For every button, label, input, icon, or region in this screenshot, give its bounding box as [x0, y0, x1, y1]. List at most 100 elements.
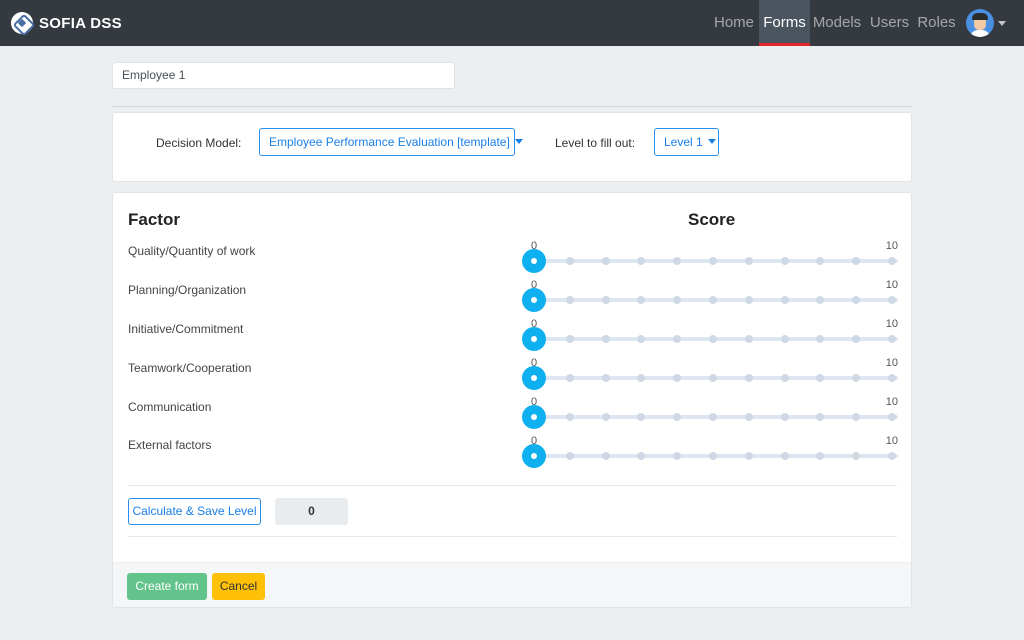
slider-tick	[888, 335, 896, 343]
level-value: Level 1	[664, 135, 703, 149]
slider-tick	[601, 413, 610, 421]
slider-tick	[816, 296, 825, 304]
sofia-logo-icon	[11, 12, 33, 34]
slider-thumb[interactable]	[522, 327, 546, 351]
slider-tick	[852, 452, 861, 460]
slider-tick	[673, 413, 682, 421]
slider-tick	[637, 257, 646, 265]
slider-tick	[780, 335, 789, 343]
factor-column-header: Factor	[128, 210, 180, 229]
decision-model-dropdown[interactable]: Employee Performance Evaluation [templat…	[259, 128, 523, 156]
slider-tick	[601, 296, 610, 304]
slider-tick	[601, 257, 610, 265]
cancel-button[interactable]: Cancel	[212, 573, 265, 600]
slider-tick	[709, 374, 717, 382]
slider-tick	[888, 413, 896, 421]
factor-label: External factors	[128, 438, 212, 452]
nav-users[interactable]: Users	[867, 0, 912, 46]
decision-model-value: Employee Performance Evaluation [templat…	[269, 135, 510, 149]
slider-tick	[673, 296, 682, 304]
avatar-hair	[972, 13, 988, 20]
factor-label: Quality/Quantity of work	[128, 244, 256, 258]
brand[interactable]: SOFIA DSS	[11, 11, 122, 35]
slider-tick	[637, 296, 646, 304]
slider-tick	[565, 413, 574, 421]
decision-model-label: Decision Model:	[156, 136, 242, 150]
nav-forms[interactable]: Forms	[759, 0, 810, 46]
user-avatar[interactable]	[966, 9, 994, 37]
score-slider[interactable]: 0 10	[522, 435, 898, 468]
slider-tick	[852, 257, 861, 265]
slider-tick	[637, 374, 646, 382]
slider-tick	[852, 296, 861, 304]
slider-thumb[interactable]	[522, 288, 546, 312]
slider-tick	[709, 452, 717, 460]
slider-tick	[565, 296, 574, 304]
divider	[128, 485, 897, 486]
factor-label: Communication	[128, 400, 212, 414]
slider-max-label: 10	[885, 240, 898, 252]
form-title-input[interactable]: Employee 1	[112, 62, 455, 89]
slider-tick	[601, 452, 610, 460]
slider-tick	[637, 335, 646, 343]
slider-tick	[816, 413, 825, 421]
nav-roles[interactable]: Roles	[915, 0, 958, 46]
level-label: Level to fill out:	[555, 136, 636, 150]
slider-tick	[673, 374, 682, 382]
slider-thumb[interactable]	[522, 249, 546, 273]
slider-tick	[565, 452, 574, 460]
slider-max-label: 10	[885, 435, 898, 447]
slider-tick	[565, 374, 574, 382]
factor-label: Initiative/Commitment	[128, 322, 244, 336]
slider-tick	[744, 452, 753, 460]
slider-max-label: 10	[885, 279, 898, 291]
score-slider[interactable]: 0 10	[522, 279, 898, 312]
slider-tick	[888, 257, 896, 265]
slider-tick	[780, 257, 789, 265]
slider-thumb[interactable]	[522, 366, 546, 390]
slider-tick	[780, 413, 789, 421]
slider-tick	[744, 374, 753, 382]
slider-tick	[709, 335, 717, 343]
slider-max-label: 10	[885, 357, 898, 369]
slider-thumb[interactable]	[522, 444, 546, 468]
slider-tick	[852, 413, 861, 421]
slider-tick	[888, 374, 896, 382]
brand-name: SOFIA DSS	[39, 14, 122, 32]
create-form-button[interactable]: Create form	[127, 573, 207, 600]
slider-tick	[816, 335, 825, 343]
chevron-down-icon[interactable]	[998, 21, 1006, 26]
factor-label: Planning/Organization	[128, 283, 247, 297]
caret-down-icon	[514, 139, 523, 145]
slider-tick	[744, 296, 753, 304]
nav-models[interactable]: Models	[811, 0, 863, 46]
nav-home[interactable]: Home	[710, 0, 758, 46]
caret-down-icon	[707, 139, 716, 145]
slider-tick	[888, 296, 896, 304]
slider-tick	[780, 296, 789, 304]
score-slider[interactable]: 0 10	[522, 240, 898, 273]
slider-tick	[601, 335, 610, 343]
slider-tick	[709, 296, 717, 304]
card-footer: Create form Cancel	[113, 562, 911, 607]
slider-tick	[744, 257, 753, 265]
slider-thumb[interactable]	[522, 405, 546, 429]
score-slider[interactable]: 0 10	[522, 396, 898, 429]
slider-tick	[673, 335, 682, 343]
slider-tick	[888, 452, 896, 460]
slider-tick	[709, 257, 717, 265]
score-slider[interactable]: 0 10	[522, 318, 898, 351]
slider-tick	[816, 257, 825, 265]
slider-max-label: 10	[885, 318, 898, 330]
slider-tick	[673, 452, 682, 460]
slider-tick	[744, 413, 753, 421]
slider-tick	[780, 374, 789, 382]
calculate-save-level-button[interactable]: Calculate & Save Level	[128, 498, 261, 525]
slider-tick	[852, 374, 861, 382]
level-dropdown[interactable]: Level 1	[654, 128, 719, 156]
model-selection-card: Decision Model: Employee Performance Eva…	[112, 112, 912, 182]
slider-tick	[816, 374, 825, 382]
score-column-header: Score	[688, 210, 736, 229]
avatar-body	[970, 30, 990, 37]
score-slider[interactable]: 0 10	[522, 357, 898, 390]
